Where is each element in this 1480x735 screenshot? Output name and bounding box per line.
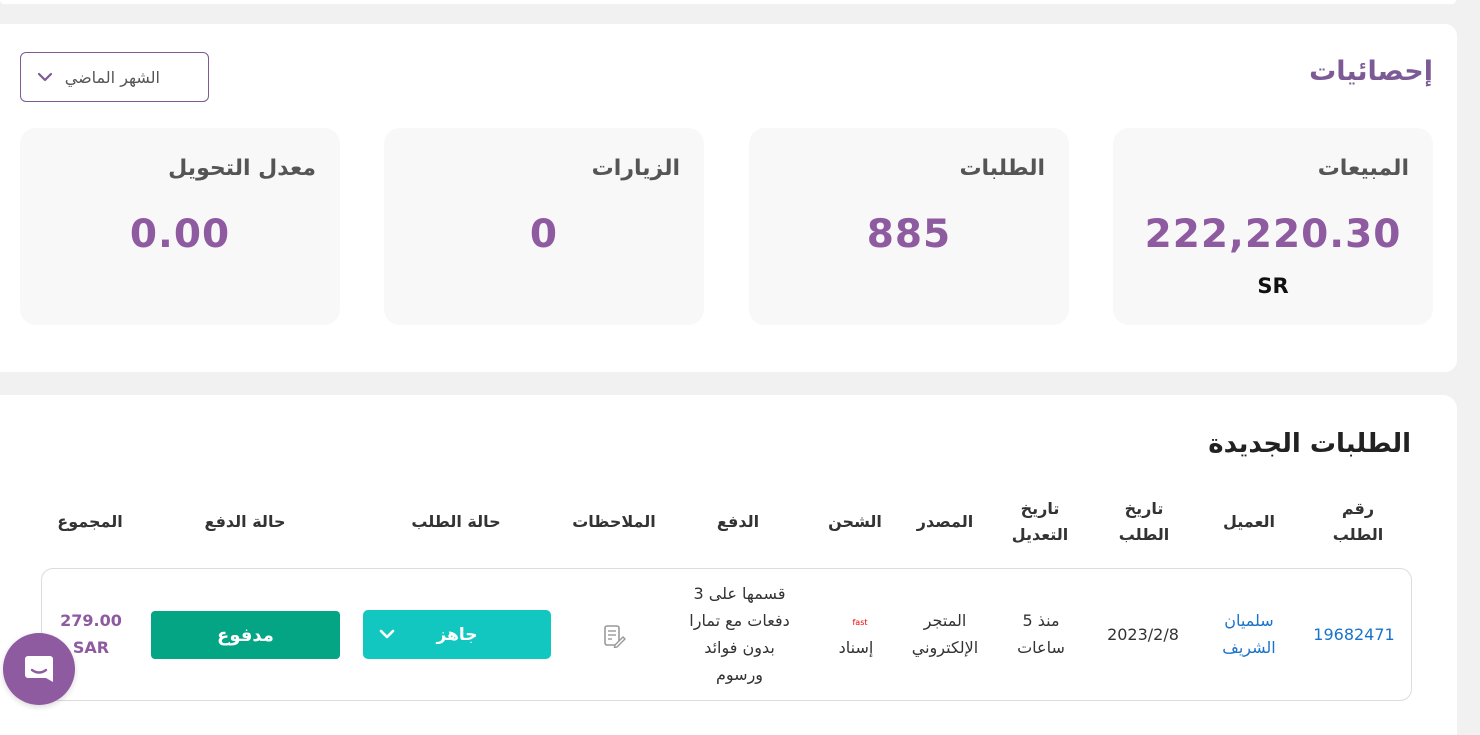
order-status-value: جاهز (436, 624, 478, 645)
shipping-company: إسناد (838, 638, 874, 657)
period-dropdown-value: الشهر الماضي (64, 67, 160, 87)
order-date: 2023/2/8 (1107, 625, 1179, 644)
new-orders-panel: الطلبات الجديدة رقم الطلب العميل تاريخ ا… (0, 395, 1457, 735)
header-source: المصدر (916, 512, 974, 531)
order-number-link[interactable]: 19682471 (1306, 621, 1402, 648)
order-status-dropdown[interactable]: جاهز (363, 610, 551, 659)
customer-link[interactable]: سلميان الشريف (1209, 607, 1289, 661)
payment-method: قسمها على 3 دفعات مع تمارا بدون فوائد ور… (689, 584, 790, 684)
header-total: المجموع (57, 512, 123, 531)
order-source: المتجر الإلكتروني (911, 611, 979, 657)
note-edit-icon[interactable] (602, 624, 626, 648)
stat-unit: SR (1257, 274, 1289, 298)
stat-card-orders: الطلبات 885 (749, 128, 1069, 325)
chevron-down-icon (37, 72, 53, 82)
modified-date: منذ 5 ساعات (1017, 611, 1065, 657)
stat-card-visits: الزيارات 0 (384, 128, 704, 325)
table-row[interactable]: 19682471 سلميان الشريف 2023/2/8 منذ 5 سا… (41, 568, 1412, 701)
header-shipping: الشحن (828, 512, 882, 531)
stat-value: 0 (529, 212, 559, 257)
header-modified-date: تاريخ التعديل (1011, 499, 1069, 544)
stat-label: معدل التحويل (168, 156, 316, 181)
stat-label: الزيارات (591, 156, 680, 181)
payment-status-badge: مدفوع (151, 611, 340, 659)
stat-value: 0.00 (129, 212, 231, 257)
header-customer: العميل (1222, 512, 1276, 531)
top-panel-edge (0, 0, 1456, 4)
new-orders-title: الطلبات الجديدة (1208, 429, 1411, 459)
chevron-down-icon (379, 629, 395, 639)
header-notes: الملاحظات (572, 512, 656, 531)
stat-value: 885 (866, 212, 952, 257)
stat-card-sales: المبيعات 222,220.30 SR (1113, 128, 1433, 325)
header-order-date: تاريخ الطلب (1118, 499, 1170, 544)
chat-icon (25, 656, 53, 682)
header-order-number: رقم الطلب (1332, 499, 1384, 544)
header-order-status: حالة الطلب (411, 512, 501, 531)
header-payment: الدفع (716, 512, 760, 531)
stat-label: الطلبات (959, 156, 1045, 181)
period-dropdown[interactable]: الشهر الماضي (20, 52, 209, 102)
statistics-panel: إحصائيات الشهر الماضي المبيعات 222,220.3… (0, 24, 1457, 372)
stat-card-conversion: معدل التحويل 0.00 (20, 128, 340, 325)
stat-label: المبيعات (1317, 156, 1409, 181)
header-payment-status: حالة الدفع (204, 512, 286, 531)
shipping-company-logo: fast (852, 618, 868, 627)
chat-launcher-button[interactable] (3, 633, 75, 705)
stat-value: 222,220.30 (1144, 212, 1402, 257)
statistics-title: إحصائيات (1309, 56, 1433, 87)
